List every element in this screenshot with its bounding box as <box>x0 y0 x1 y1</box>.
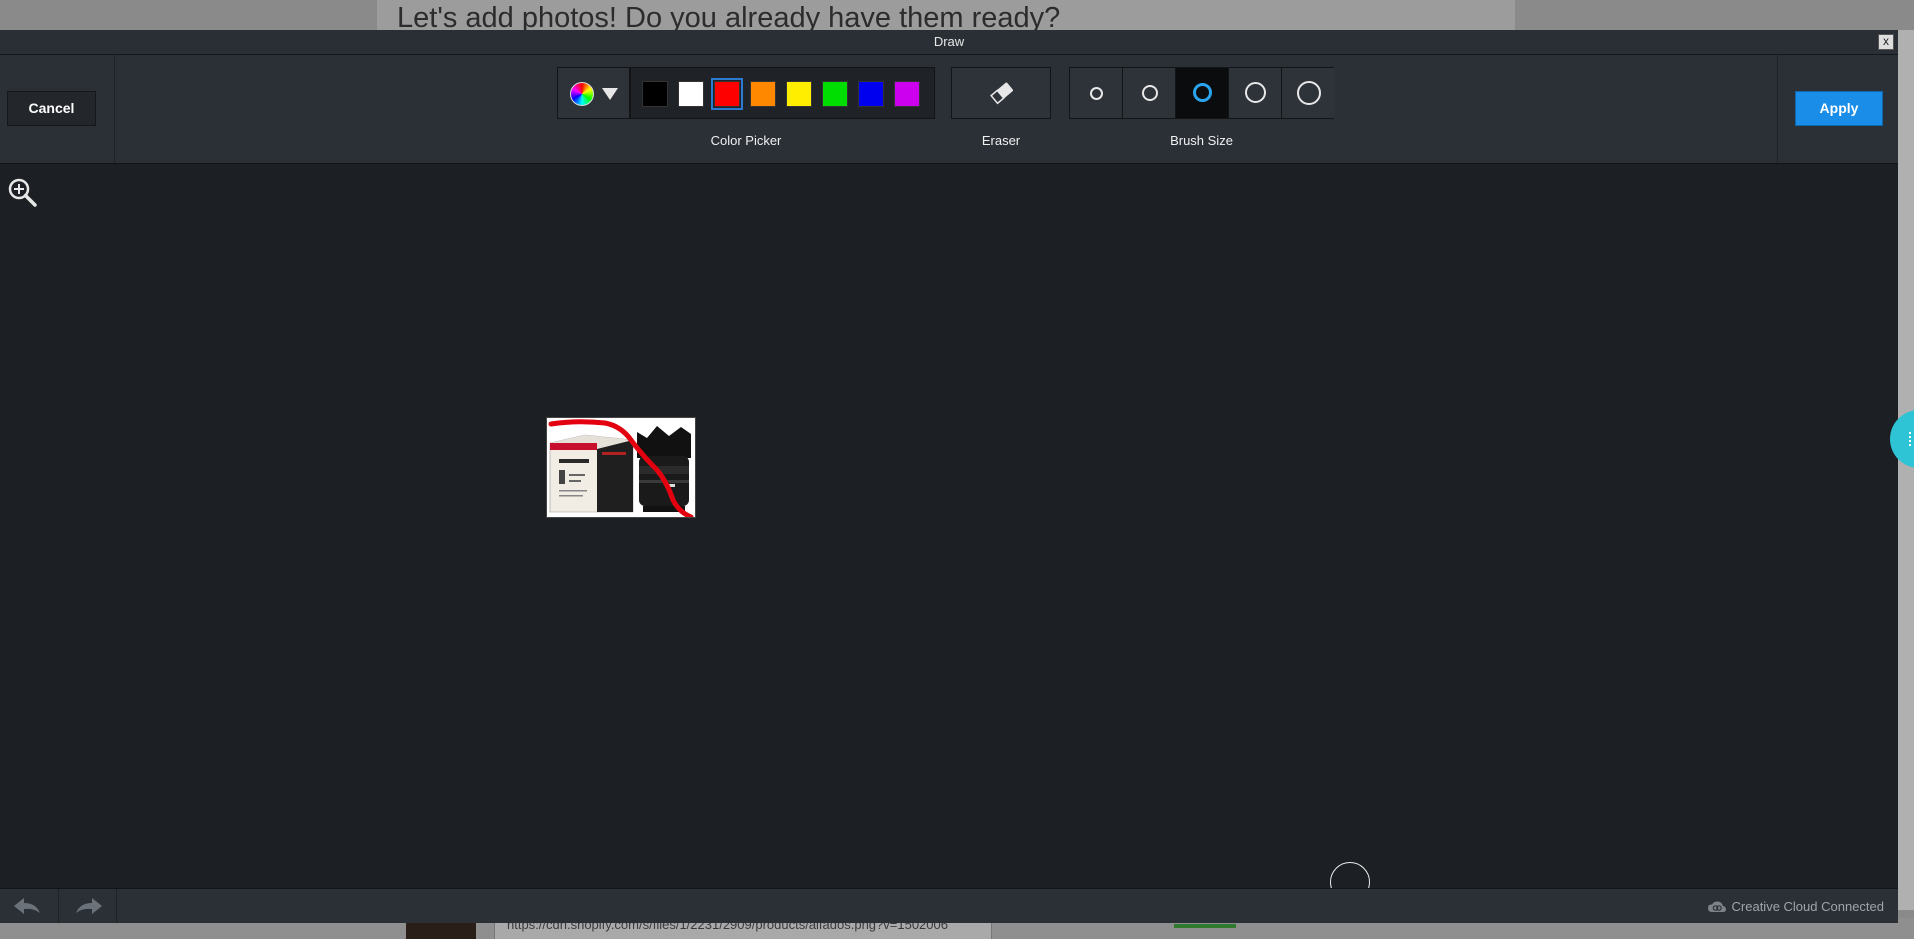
close-button[interactable]: x <box>1878 34 1894 50</box>
brush-l-icon <box>1245 82 1266 103</box>
toolbar-right-section: Apply <box>1777 55 1898 163</box>
brush-size-xl[interactable] <box>1282 68 1335 118</box>
brush-size-l[interactable] <box>1229 68 1282 118</box>
draw-toolbar: Cancel Color Picker Eraser Brush Size Ap… <box>0 55 1898 164</box>
brush-m-icon <box>1193 83 1212 102</box>
eraser-icon <box>990 82 1013 105</box>
eraser-label: Eraser <box>981 133 1021 148</box>
swatch-orange[interactable] <box>750 81 776 107</box>
modal-titlebar: Draw x <box>0 30 1898 55</box>
color-swatches <box>630 67 935 119</box>
undo-icon <box>14 898 40 914</box>
camera-lens-image <box>547 418 695 520</box>
swatch-black[interactable] <box>642 81 668 107</box>
creative-cloud-status: Creative Cloud Connected <box>1707 899 1884 914</box>
zoom-in-icon[interactable] <box>6 176 38 208</box>
brush-size-m[interactable] <box>1176 68 1229 118</box>
brush-xl-icon <box>1297 81 1321 105</box>
brush-size-s[interactable] <box>1123 68 1176 118</box>
swatch-red[interactable] <box>711 78 743 110</box>
cc-status-text: Creative Cloud Connected <box>1731 899 1884 914</box>
brush-size-group <box>1069 67 1335 119</box>
redo-icon <box>76 898 102 914</box>
modal-title: Draw <box>933 34 965 49</box>
edited-photo[interactable] <box>546 417 696 520</box>
redo-button[interactable] <box>58 889 117 923</box>
swatch-purple[interactable] <box>894 81 920 107</box>
color-picker-label: Color Picker <box>710 133 782 148</box>
side-panel-handle[interactable] <box>1890 410 1914 468</box>
swatch-blue[interactable] <box>858 81 884 107</box>
toolbar-left-section: Cancel <box>0 55 115 163</box>
brush-xs-icon <box>1090 87 1103 100</box>
cancel-button[interactable]: Cancel <box>7 91 96 126</box>
drawing-canvas[interactable] <box>0 164 1914 902</box>
color-wheel-icon <box>570 82 594 106</box>
apply-button[interactable]: Apply <box>1795 91 1883 126</box>
modal-footer: Creative Cloud Connected <box>0 888 1898 923</box>
brush-size-xs[interactable] <box>1070 68 1123 118</box>
draw-modal: Draw x Cancel Color Picker Eraser Brush … <box>0 30 1914 923</box>
brush-s-icon <box>1142 85 1158 101</box>
swatch-white[interactable] <box>678 81 704 107</box>
swatch-green[interactable] <box>822 81 848 107</box>
background-scrollbar <box>1898 30 1914 910</box>
eraser-button[interactable] <box>951 67 1051 119</box>
dropdown-arrow-icon <box>602 88 618 100</box>
color-wheel-button[interactable] <box>557 67 630 119</box>
swatch-yellow[interactable] <box>786 81 812 107</box>
undo-button[interactable] <box>0 889 59 923</box>
creative-cloud-icon <box>1707 900 1726 912</box>
handle-grip-icon <box>1909 432 1914 446</box>
brush-size-label: Brush Size <box>1170 133 1233 148</box>
background-progress <box>1174 924 1236 928</box>
